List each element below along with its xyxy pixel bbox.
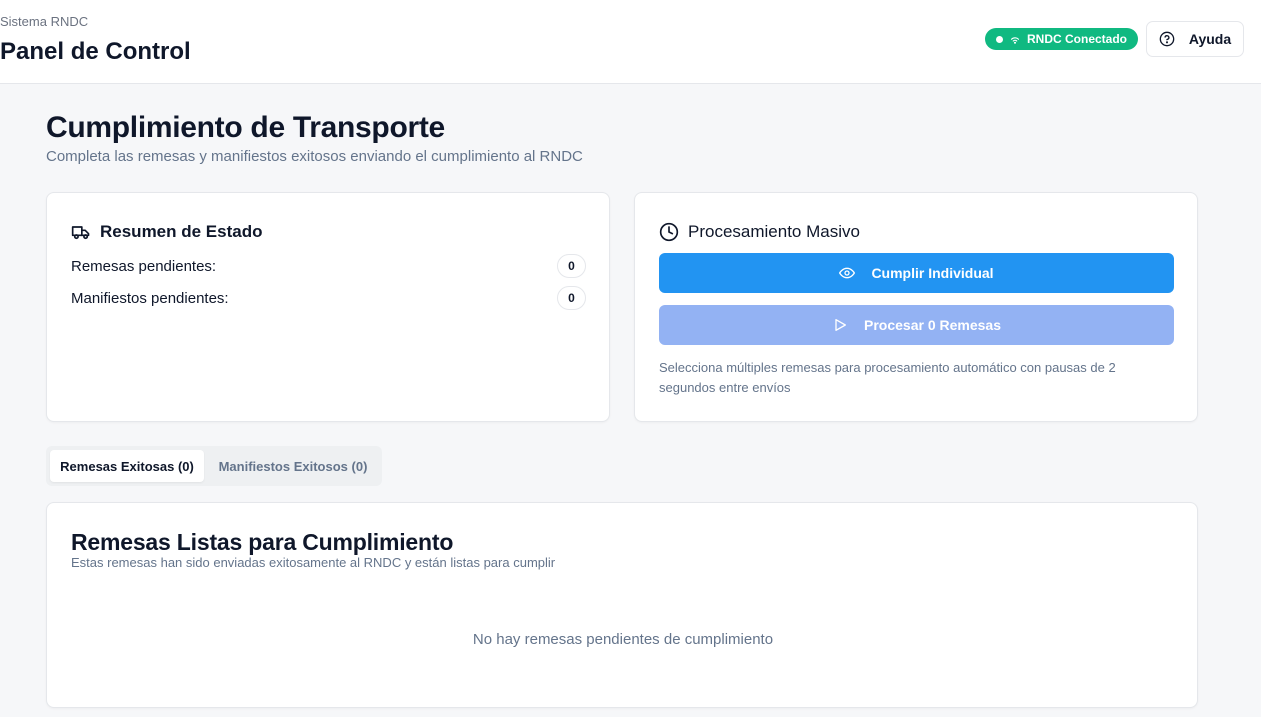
connection-status-badge: RNDC Conectado (985, 28, 1139, 50)
top-header: Sistema RNDC Panel de Control RNDC Conec… (0, 0, 1261, 84)
help-circle-icon (1159, 31, 1175, 47)
list-card-title: Remesas Listas para Cumplimiento (71, 529, 454, 555)
truck-icon (71, 226, 90, 240)
header-title: Panel de Control (0, 38, 191, 65)
status-card-title-label: Resumen de Estado (100, 222, 263, 241)
status-dot (996, 35, 1003, 43)
bulk-processing-note: Selecciona múltiples remesas para proces… (659, 360, 1116, 395)
cumplir-individual-button[interactable]: Cumplir Individual (659, 253, 1174, 293)
play-icon (835, 319, 846, 331)
status-card-title: Resumen de Estado (71, 222, 263, 242)
help-button[interactable]: Ayuda (1146, 21, 1244, 57)
clock-icon (659, 222, 679, 242)
page-subtitle: Completa las remesas y manifiestos exito… (46, 148, 583, 165)
eye-icon (839, 267, 856, 279)
remesas-list-card: Remesas Listas para Cumplimiento Estas r… (46, 502, 1198, 708)
remesas-pending-label: Remesas pendientes: (71, 257, 217, 275)
bulk-card-title-label: Procesamiento Masivo (688, 222, 860, 241)
cumplir-individual-label: Cumplir Individual (871, 265, 994, 281)
status-summary-card: Resumen de Estado Remesas pendientes: 0 … (46, 192, 610, 422)
bulk-card-title: Procesamiento Masivo (659, 222, 860, 242)
tab-bar: Remesas Exitosas (0) Manifiestos Exitoso… (46, 446, 382, 486)
tab-manifiestos-exitosos[interactable]: Manifiestos Exitosos (0) (210, 450, 376, 482)
tab-remesas-exitosas[interactable]: Remesas Exitosas (0) (50, 450, 204, 482)
help-button-label: Ayuda (1188, 31, 1232, 47)
wifi-icon (1010, 37, 1020, 44)
page-title: Cumplimiento de Transporte (46, 111, 445, 144)
procesar-remesas-button[interactable]: Procesar 0 Remesas (659, 305, 1174, 345)
manifiestos-pending-row: Manifiestos pendientes: 0 (71, 286, 586, 310)
bulk-processing-card: Procesamiento Masivo Cumplir Individual … (634, 192, 1198, 422)
app-name: Sistema RNDC (0, 14, 89, 29)
manifiestos-pending-count: 0 (557, 286, 586, 310)
remesas-pending-count: 0 (557, 254, 586, 278)
status-badge-label: RNDC Conectado (1027, 32, 1128, 46)
empty-state-message: No hay remesas pendientes de cumplimient… (472, 631, 774, 648)
remesas-pending-row: Remesas pendientes: 0 (71, 254, 586, 278)
manifiestos-pending-label: Manifiestos pendientes: (71, 289, 229, 307)
list-card-subtitle: Estas remesas han sido enviadas exitosam… (71, 555, 556, 570)
procesar-remesas-label: Procesar 0 Remesas (864, 317, 1001, 333)
